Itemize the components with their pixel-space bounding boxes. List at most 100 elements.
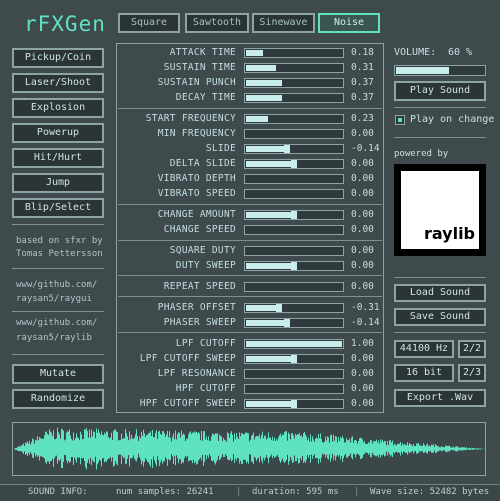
repeat-speed-slider[interactable] bbox=[244, 282, 344, 292]
tab-noise[interactable]: Noise bbox=[318, 13, 380, 33]
param-label: HPF CUTOFF SWEEP bbox=[139, 398, 236, 409]
param-value: 0.37 bbox=[351, 92, 374, 103]
raygui-link-line-1[interactable]: www/github.com/ bbox=[16, 278, 97, 292]
num-samples: num samples: 26241 bbox=[116, 487, 214, 497]
start-frequency-slider[interactable] bbox=[244, 114, 344, 124]
raylib-link-line-2[interactable]: raysan5/raylib bbox=[16, 331, 92, 345]
param-row-decay-time: DECAY TIME 0.37 bbox=[118, 91, 382, 105]
decay-time-slider[interactable] bbox=[244, 93, 344, 103]
param-label: MIN FREQUENCY bbox=[157, 128, 236, 139]
param-value: 0.23 bbox=[351, 113, 374, 124]
hpf-cutoff-sweep-slider[interactable] bbox=[244, 399, 344, 409]
volume-slider[interactable] bbox=[394, 65, 486, 76]
powered-by-label: powered by bbox=[394, 149, 449, 159]
min-frequency-slider[interactable] bbox=[244, 129, 344, 139]
app-title: rFXGen bbox=[24, 12, 106, 36]
preset-explosion-button[interactable]: Explosion bbox=[12, 98, 104, 118]
vibrato-speed-slider[interactable] bbox=[244, 189, 344, 199]
bit-depth-selector[interactable]: 16 bit bbox=[394, 364, 454, 382]
sustain-time-slider[interactable] bbox=[244, 63, 344, 73]
hpf-cutoff-slider[interactable] bbox=[244, 384, 344, 394]
param-label: DUTY SWEEP bbox=[175, 260, 236, 271]
square-duty-slider[interactable] bbox=[244, 246, 344, 256]
param-label: SQUARE DUTY bbox=[169, 245, 236, 256]
param-label: LPF RESONANCE bbox=[157, 368, 236, 379]
export-wav-button[interactable]: Export .Wav bbox=[394, 389, 486, 407]
preset-pickup-coin-button[interactable]: Pickup/Coin bbox=[12, 48, 104, 68]
bit-depth-cycle-button[interactable]: 2/3 bbox=[458, 364, 486, 382]
param-row-slide: SLIDE -0.14 bbox=[118, 142, 382, 156]
param-value: 0.00 bbox=[351, 260, 374, 271]
slider-fill bbox=[246, 212, 294, 218]
param-value: 0.00 bbox=[351, 281, 374, 292]
preset-powerup-button[interactable]: Powerup bbox=[12, 123, 104, 143]
param-value: 1.00 bbox=[351, 338, 374, 349]
param-label: DELTA SLIDE bbox=[169, 158, 236, 169]
slider-fill bbox=[246, 341, 342, 347]
lpf-cutoff-slider[interactable] bbox=[244, 339, 344, 349]
vibrato-depth-slider[interactable] bbox=[244, 174, 344, 184]
raylib-logo-inner: raylib bbox=[401, 171, 479, 249]
tab-sinewave[interactable]: Sinewave bbox=[252, 13, 315, 33]
param-row-vibrato-depth: VIBRATO DEPTH 0.00 bbox=[118, 172, 382, 186]
lpf-cutoff-sweep-slider[interactable] bbox=[244, 354, 344, 364]
save-sound-button[interactable]: Save Sound bbox=[394, 308, 486, 326]
play-sound-button[interactable]: Play Sound bbox=[394, 81, 486, 101]
slide-slider[interactable] bbox=[244, 144, 344, 154]
lpf-resonance-slider[interactable] bbox=[244, 369, 344, 379]
param-value: -0.31 bbox=[351, 302, 380, 313]
preset-jump-button[interactable]: Jump bbox=[12, 173, 104, 193]
param-row-duty-sweep: DUTY SWEEP 0.00 bbox=[118, 259, 382, 273]
sustain-punch-slider[interactable] bbox=[244, 78, 344, 88]
divider bbox=[12, 311, 104, 312]
param-group-divider bbox=[118, 204, 382, 205]
tab-square[interactable]: Square bbox=[118, 13, 180, 33]
slider-fill bbox=[246, 263, 294, 269]
param-row-hpf-cutoff: HPF CUTOFF 0.00 bbox=[118, 382, 382, 396]
load-sound-button[interactable]: Load Sound bbox=[394, 284, 486, 302]
param-label: REPEAT SPEED bbox=[163, 281, 236, 292]
slider-fill bbox=[246, 116, 268, 122]
slider-fill bbox=[246, 401, 294, 407]
raygui-link-line-2[interactable]: raysan5/raygui bbox=[16, 292, 92, 306]
change-speed-slider[interactable] bbox=[244, 225, 344, 235]
phaser-offset-slider[interactable] bbox=[244, 303, 344, 313]
slider-fill bbox=[246, 50, 263, 56]
param-row-min-frequency: MIN FREQUENCY 0.00 bbox=[118, 127, 382, 141]
param-row-sustain-punch: SUSTAIN PUNCH 0.37 bbox=[118, 76, 382, 90]
play-on-change-label: Play on change bbox=[410, 114, 495, 125]
sample-rate-selector[interactable]: 44100 Hz bbox=[394, 340, 454, 358]
param-label: VIBRATO SPEED bbox=[157, 188, 236, 199]
divider bbox=[12, 354, 104, 355]
play-on-change-checkbox[interactable] bbox=[395, 115, 405, 125]
param-value: 0.00 bbox=[351, 128, 374, 139]
param-row-delta-slide: DELTA SLIDE 0.00 bbox=[118, 157, 382, 171]
credit-line-1: based on sfxr by bbox=[16, 236, 103, 246]
param-row-start-frequency: START FREQUENCY 0.23 bbox=[118, 112, 382, 126]
param-value: 0.00 bbox=[351, 368, 374, 379]
delta-slide-slider[interactable] bbox=[244, 159, 344, 169]
param-label: SUSTAIN TIME bbox=[163, 62, 236, 73]
duty-sweep-slider[interactable] bbox=[244, 261, 344, 271]
raylib-link-line-1[interactable]: www/github.com/ bbox=[16, 316, 97, 330]
param-label: CHANGE AMOUNT bbox=[157, 209, 236, 220]
param-value: 0.00 bbox=[351, 188, 374, 199]
param-label: DECAY TIME bbox=[175, 92, 236, 103]
preset-laser-shoot-button[interactable]: Laser/Shoot bbox=[12, 73, 104, 93]
param-row-repeat-speed: REPEAT SPEED 0.00 bbox=[118, 280, 382, 294]
change-amount-slider[interactable] bbox=[244, 210, 344, 220]
sound-info-label: SOUND INFO: bbox=[28, 487, 88, 497]
param-value: 0.18 bbox=[351, 47, 374, 58]
randomize-button[interactable]: Randomize bbox=[12, 389, 104, 409]
param-value: -0.14 bbox=[351, 143, 380, 154]
param-row-lpf-resonance: LPF RESONANCE 0.00 bbox=[118, 367, 382, 381]
divider bbox=[12, 268, 104, 269]
preset-blip-select-button[interactable]: Blip/Select bbox=[12, 198, 104, 218]
mutate-button[interactable]: Mutate bbox=[12, 364, 104, 384]
phaser-sweep-slider[interactable] bbox=[244, 318, 344, 328]
attack-time-slider[interactable] bbox=[244, 48, 344, 58]
tab-sawtooth[interactable]: Sawtooth bbox=[185, 13, 249, 33]
sample-rate-cycle-button[interactable]: 2/2 bbox=[458, 340, 486, 358]
raylib-logo: raylib bbox=[394, 164, 486, 256]
preset-hit-hurt-button[interactable]: Hit/Hurt bbox=[12, 148, 104, 168]
